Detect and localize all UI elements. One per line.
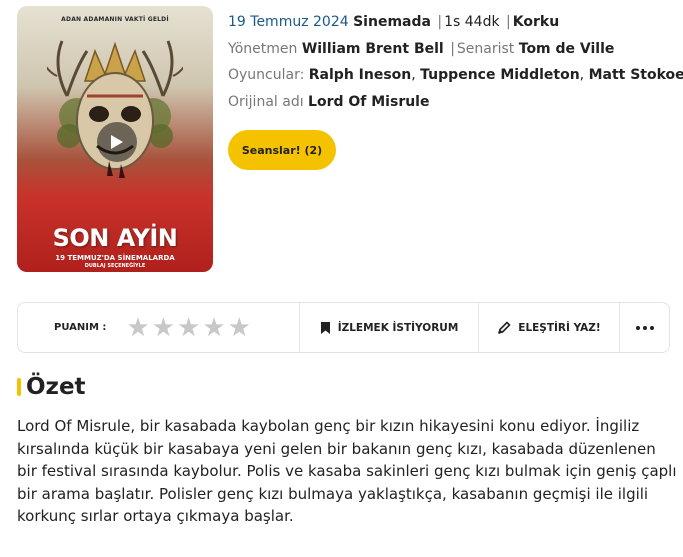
rating-label: PUANIM : — [54, 322, 107, 333]
movie-poster[interactable]: ADAN ADAMANIN VAKTİ GELDİ SON AYİN 19 TE… — [17, 6, 213, 272]
original-title-row: Orijinal adı Lord Of Misrule — [228, 92, 678, 119]
genre-link[interactable]: Korku — [513, 14, 559, 30]
cast-label: Oyuncular: — [228, 67, 305, 83]
release-row: 19 Temmuz 2024 Sinemada | 1s 44dk | Korku — [228, 12, 678, 39]
cast-link[interactable]: Matt Stokoe — [589, 67, 683, 83]
release-date[interactable]: 19 Temmuz 2024 — [228, 14, 349, 30]
director-link[interactable]: William Brent Bell — [302, 41, 444, 57]
director-label: Yönetmen — [228, 40, 298, 57]
write-review-button[interactable]: ELEŞTİRİ YAZ! — [479, 303, 620, 352]
summary-title: Özet — [26, 374, 86, 400]
poster-dub-line: DUBLAJ SEÇENEĞİYLE — [84, 263, 146, 269]
movie-info: 19 Temmuz 2024 Sinemada | 1s 44dk | Korku … — [228, 12, 683, 119]
play-icon — [111, 135, 123, 149]
poster-mask-artwork — [47, 40, 183, 178]
star-icon[interactable]: ★ — [126, 315, 149, 341]
rating-widget: PUANIM : ★ ★ ★ ★ ★ — [18, 303, 300, 352]
summary-text: Lord Of Misrule, bir kasabada kaybolan g… — [17, 417, 677, 526]
original-title-label: Orijinal adı — [228, 93, 304, 110]
bookmark-icon — [320, 321, 330, 334]
duration: 1s 44dk — [444, 14, 500, 30]
separator: | — [450, 40, 455, 57]
action-bar: PUANIM : ★ ★ ★ ★ ★ İZLEMEK İSTİYORUM ELE… — [17, 302, 670, 353]
more-icon — [635, 325, 654, 330]
watchlist-button[interactable]: İZLEMEK İSTİYORUM — [300, 303, 479, 352]
review-label: ELEŞTİRİ YAZ! — [518, 321, 601, 334]
showtimes-button[interactable]: Seanslar! (2) — [228, 130, 336, 170]
watchlist-label: İZLEMEK İSTİYORUM — [337, 321, 459, 334]
rating-stars: ★ ★ ★ ★ ★ — [126, 315, 251, 341]
poster-title: SON AYİN — [52, 224, 178, 252]
star-icon[interactable]: ★ — [202, 315, 225, 341]
separator: | — [506, 14, 511, 30]
crew-row: Yönetmen William Brent Bell | Senarist To… — [228, 39, 678, 66]
cast-link[interactable]: Ralph Ineson — [309, 67, 411, 83]
poster-tagline: ADAN ADAMANIN VAKTİ GELDİ — [61, 16, 169, 23]
release-status: Sinemada — [353, 14, 431, 30]
cast-link[interactable]: Tuppence Middleton — [420, 67, 580, 83]
star-icon[interactable]: ★ — [228, 315, 251, 341]
summary-heading: Özet — [17, 374, 86, 400]
more-options-button[interactable] — [620, 303, 669, 352]
star-icon[interactable]: ★ — [152, 315, 175, 341]
heading-accent-bar — [17, 378, 21, 396]
separator: | — [437, 14, 443, 30]
play-trailer-button[interactable] — [97, 122, 137, 162]
star-icon[interactable]: ★ — [177, 315, 200, 341]
writer-label: Senarist — [456, 40, 515, 57]
original-title: Lord Of Misrule — [308, 93, 430, 110]
writer-link[interactable]: Tom de Ville — [519, 41, 615, 57]
pencil-icon — [498, 321, 511, 334]
cast-row: Oyuncular: Ralph Ineson, Tuppence Middle… — [228, 67, 683, 83]
poster-release-line: 19 TEMMUZ'DA SİNEMALARDA — [55, 254, 175, 262]
